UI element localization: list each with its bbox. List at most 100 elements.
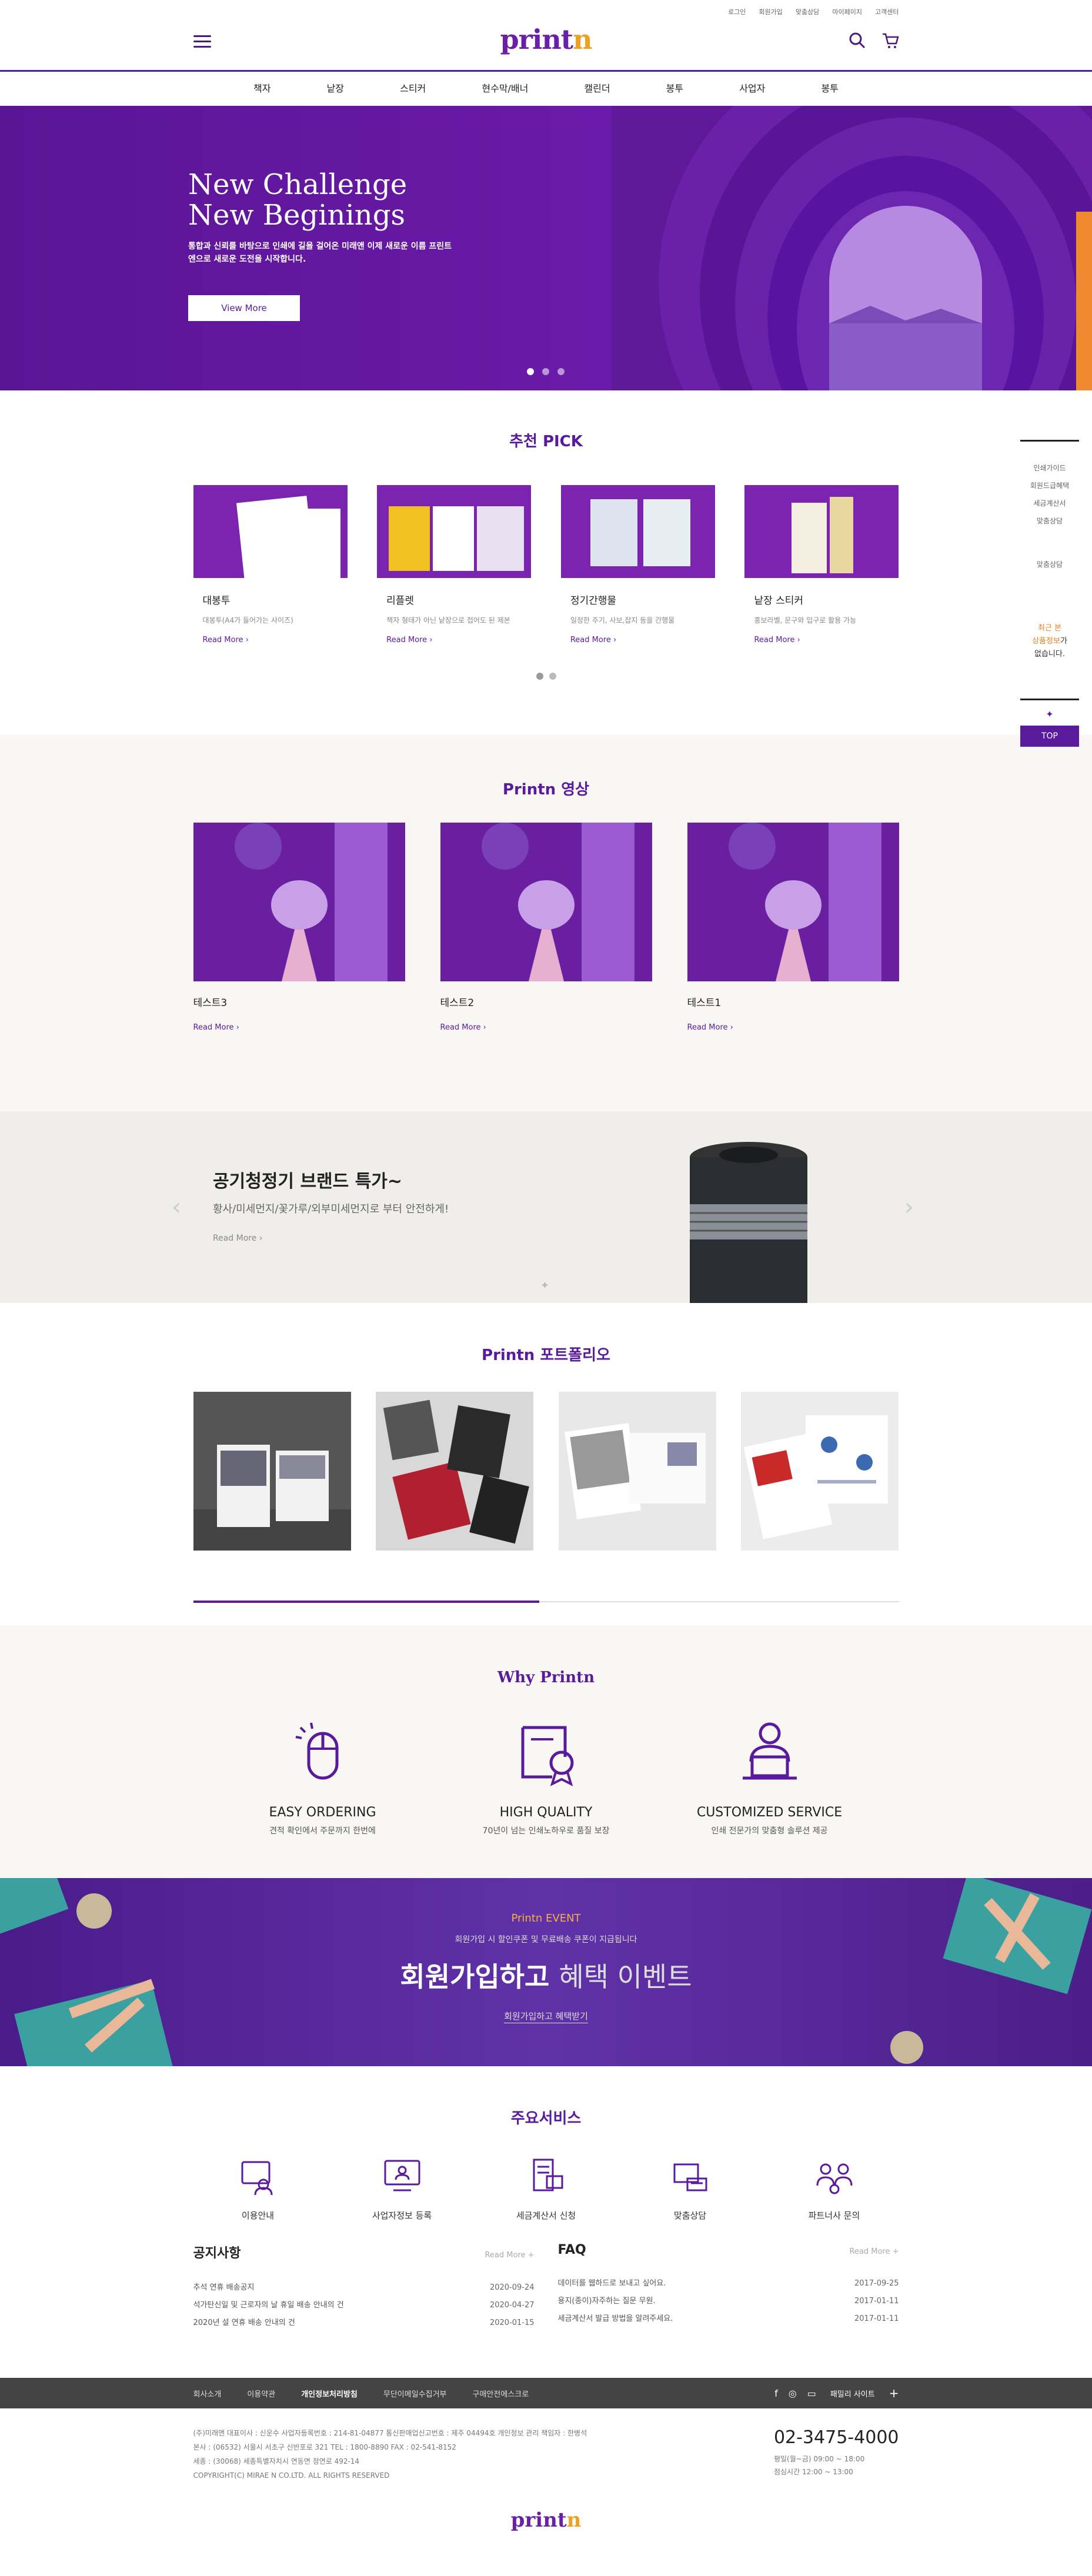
nav-item-envelope-2[interactable]: 봉투	[821, 72, 838, 106]
footer-link-company[interactable]: 회사소개	[193, 2388, 222, 2399]
chat-icon[interactable]: ▭	[807, 2388, 816, 2399]
mypage-link[interactable]: 마이페이지	[832, 7, 862, 16]
signup-link[interactable]: 회원가입	[759, 7, 782, 16]
quick-item-member-benefit[interactable]: 회원드급혜택	[1020, 477, 1079, 495]
video-card[interactable]: 테스트1 Read More ›	[687, 823, 899, 1032]
read-more-link[interactable]: Read More ›	[744, 636, 899, 644]
faq-read-more[interactable]: Read More +	[849, 2247, 899, 2256]
top-utility-bar: 로그인 회원가입 맞춤상담 마이페이지 고객센터	[0, 0, 1092, 19]
faq-item[interactable]: 용지(종이)자주하는 질문 무원. 2017-01-11	[558, 2293, 899, 2310]
read-more-link[interactable]: Read More ›	[193, 1023, 405, 1032]
product-title: 리플렛	[386, 595, 415, 607]
section-title-why: Why Printn	[497, 1669, 595, 1686]
feature-easy-ordering: EASY ORDERING 견적 확인에서 주문까지 한번에	[229, 1716, 417, 1836]
read-more-link[interactable]: Read More ›	[440, 1023, 652, 1032]
nav-item-banner[interactable]: 현수막/배너	[482, 72, 528, 106]
quick-item-tax-invoice[interactable]: 세금계산서	[1020, 495, 1079, 512]
hamburger-menu-icon[interactable]	[193, 35, 211, 48]
nav-item-calendar[interactable]: 캘린더	[584, 72, 610, 106]
mouse-icon	[295, 1722, 338, 1780]
consult-link[interactable]: 맞춤상담	[796, 7, 819, 16]
next-arrow-icon[interactable]: ›	[904, 1194, 914, 1221]
video-card[interactable]: 테스트2 Read More ›	[440, 823, 652, 1032]
search-icon[interactable]	[849, 32, 866, 49]
site-logo[interactable]: printn	[500, 24, 592, 55]
portfolio-scroll-thumb[interactable]	[193, 1601, 539, 1603]
faq-title: FAQ	[557, 2243, 586, 2257]
family-site-select[interactable]: 패밀리 사이트	[830, 2388, 875, 2399]
product-card[interactable]: 리플렛 책자 형태가 아닌 낱장으로 접어도 된 제본 Read More ›	[377, 485, 532, 644]
prev-arrow-icon[interactable]: ‹	[172, 1194, 181, 1221]
product-card[interactable]: 대봉투 대봉투(A4가 들어가는 사이즈) Read More ›	[193, 485, 348, 644]
notice-faq-section: 공지사항 Read More + 추석 연휴 배송공지 2020-09-24 석가…	[0, 2243, 1092, 2378]
product-card[interactable]: 낱장 스티커 홍보라벨, 문구와 입구로 활용 가능 Read More ›	[744, 485, 899, 644]
pick-dot-1[interactable]	[536, 673, 543, 680]
feature-desc: 70년이 넘는 인쇄노하우로 품질 보장	[482, 1826, 610, 1836]
facebook-icon[interactable]: f	[774, 2388, 778, 2399]
read-more-link[interactable]: Read More ›	[561, 636, 715, 644]
product-thumbnail	[377, 485, 532, 578]
pick-dot-2[interactable]	[549, 673, 556, 680]
footer-link-terms[interactable]: 이용약관	[247, 2388, 275, 2399]
quick-consult[interactable]: 맞춤상담	[1020, 559, 1079, 569]
footer-link-privacy[interactable]: 개인정보처리방침	[301, 2388, 358, 2399]
read-more-link[interactable]: Read More ›	[377, 636, 531, 644]
portfolio-image[interactable]	[558, 1392, 716, 1551]
read-more-link[interactable]: Read More ›	[213, 1234, 262, 1243]
service-consulting[interactable]: 맞춤상담	[637, 2155, 743, 2221]
service-business-info[interactable]: 사업자정보 등록	[349, 2155, 455, 2221]
consultant-laptop-icon	[742, 1722, 797, 1780]
cart-icon[interactable]	[881, 32, 899, 49]
nav-item-envelope[interactable]: 봉투	[666, 72, 683, 106]
customer-contact: 02-3475-4000 평일(월~금) 09:00 ~ 18:00 점심시간 …	[773, 2427, 899, 2476]
promo-dot-icon[interactable]: ✦	[540, 1279, 550, 1292]
product-desc: 홍보라벨, 문구와 입구로 활용 가능	[754, 616, 857, 624]
hero-dot-2[interactable]	[542, 368, 549, 375]
portfolio-image[interactable]	[376, 1392, 534, 1551]
faq-item[interactable]: 데이터를 웹하드로 보내고 싶어요. 2017-09-25	[558, 2275, 899, 2293]
read-more-link[interactable]: Read More ›	[193, 636, 348, 644]
service-partner-inquiry[interactable]: 파트너사 문의	[782, 2155, 887, 2221]
notice-item[interactable]: 석가탄신일 및 근로자의 날 휴일 배송 안내의 건 2020-04-27	[193, 2297, 535, 2314]
product-desc: 책자 형태가 아닌 낱장으로 접어도 된 제본	[386, 616, 510, 624]
nav-item-booklet[interactable]: 책자	[253, 72, 271, 106]
service-guide[interactable]: 이용안내	[205, 2155, 311, 2221]
site-footer: (주)미래앤 대표이사 : 신운수 사업자등록번호 : 214-81-04877…	[0, 2408, 1092, 2542]
instagram-icon[interactable]: ◎	[789, 2388, 797, 2399]
quick-item-consult[interactable]: 맞춤상담	[1020, 512, 1079, 530]
quick-item-print-guide[interactable]: 인쇄가이드	[1020, 459, 1079, 477]
video-title: 테스트3	[193, 997, 228, 1009]
promo-title: 공기청정기 브랜드 특가~	[213, 1171, 403, 1192]
portfolio-scrollbar[interactable]	[193, 1601, 899, 1603]
view-more-button[interactable]: View More	[188, 295, 300, 321]
event-link[interactable]: 회원가입하고 혜택받기	[0, 2010, 1092, 2023]
portfolio-image[interactable]	[193, 1392, 351, 1551]
quick-nav-icon[interactable]: ✦	[1020, 699, 1079, 720]
read-more-link[interactable]: Read More ›	[687, 1023, 899, 1032]
nav-item-business[interactable]: 사업자	[739, 72, 765, 106]
notice-read-more[interactable]: Read More +	[485, 2251, 534, 2260]
notice-item[interactable]: 2020년 설 연휴 배송 안내의 건 2020-01-15	[193, 2314, 535, 2332]
footer-link-escrow[interactable]: 구매안전에스크로	[473, 2388, 529, 2399]
hero-dot-3[interactable]	[557, 368, 565, 375]
faq-item[interactable]: 세금계산서 발급 방법을 알려주세요. 2017-01-11	[558, 2310, 899, 2328]
service-tax-invoice[interactable]: 세금계산서 신청	[493, 2155, 599, 2221]
hero-dot-1[interactable]	[527, 368, 534, 375]
login-link[interactable]: 로그인	[728, 7, 746, 16]
video-card[interactable]: 테스트3 Read More ›	[193, 823, 405, 1032]
customer-center-link[interactable]: 고객센터	[875, 7, 899, 16]
notice-item[interactable]: 추석 연휴 배송공지 2020-09-24	[193, 2279, 535, 2297]
scroll-top-button[interactable]: TOP	[1020, 726, 1079, 747]
recommended-pick-section: 추천 PICK 대봉투 대봉투(A4가 들어가는 사이즈) Read More …	[0, 390, 1092, 735]
section-title-video: Printn 영상	[502, 781, 590, 798]
footer-link-email-refuse[interactable]: 무단이메일수집거부	[383, 2388, 447, 2399]
feature-desc: 견적 확인에서 주문까지 한번에	[269, 1826, 376, 1836]
main-services-section: 주요서비스 이용안내 사업자정보 등록 세금계산서 신청 맞춤상담 파트너사 문…	[0, 2066, 1092, 2243]
nav-item-sticker[interactable]: 스티커	[400, 72, 426, 106]
footer-logo[interactable]: printn	[193, 2508, 899, 2532]
nav-item-sheet[interactable]: 낱장	[327, 72, 344, 106]
portfolio-image[interactable]	[741, 1392, 899, 1551]
plus-icon[interactable]: +	[889, 2386, 899, 2400]
section-title-services: 주요서비스	[510, 2110, 582, 2127]
product-card[interactable]: 정기간행물 일정한 주기, 사보,잡지 등을 간행물 Read More ›	[560, 485, 715, 644]
